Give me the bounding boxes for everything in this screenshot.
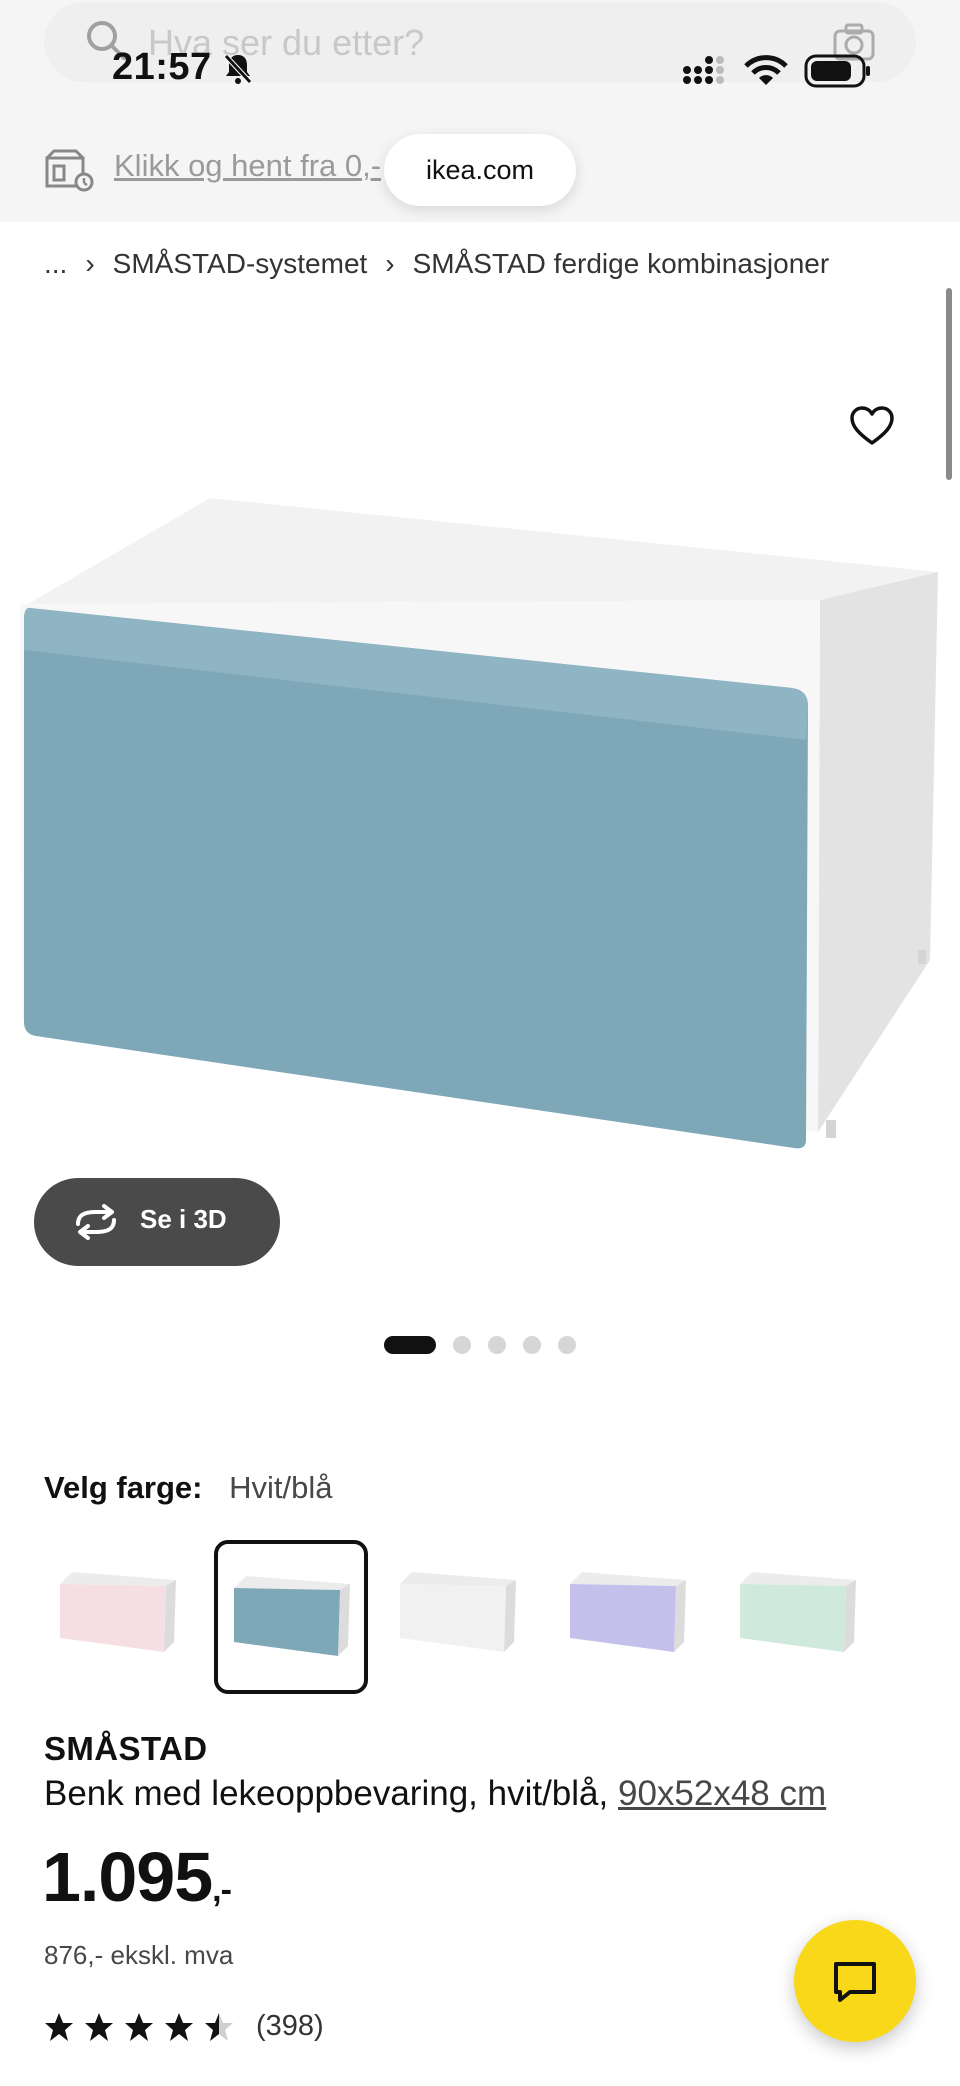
wifi-icon <box>744 55 788 85</box>
product-price: 1.095,- <box>42 1842 232 1912</box>
rating-stars <box>44 2012 234 2042</box>
star-icon <box>165 2012 193 2041</box>
view-in-3d-label: Se i 3D <box>140 1204 227 1234</box>
carousel-dot[interactable] <box>384 1336 436 1354</box>
top-bar: Hva ser du etter? 21:57 <box>0 0 960 118</box>
color-swatch[interactable] <box>554 1540 708 1694</box>
chat-button[interactable] <box>794 1920 916 2042</box>
product-dimensions-link[interactable]: 90x52x48 cm <box>618 1774 826 1813</box>
price-ex-vat: 876,- ekskl. mva <box>44 1940 234 1970</box>
store-icon <box>45 149 94 192</box>
favorite-heart-icon[interactable] <box>850 406 894 446</box>
product-description-line: Benk med lekeoppbevaring, hvit/blå, 90x5… <box>44 1774 826 1814</box>
scroll-indicator <box>946 288 952 480</box>
swatch-bench-thumbnail <box>60 1572 176 1652</box>
image-carousel-dots <box>384 1336 576 1354</box>
color-swatch[interactable] <box>724 1540 878 1694</box>
star-icon <box>125 2012 153 2041</box>
product-name: SMÅSTAD <box>44 1730 208 1767</box>
color-swatch[interactable] <box>44 1540 198 1694</box>
color-swatch[interactable] <box>384 1540 538 1694</box>
chevron-right-icon: › <box>85 248 95 279</box>
swatch-bench-thumbnail <box>740 1572 856 1652</box>
cellular-signal-icon <box>683 56 724 84</box>
breadcrumb-item-smastad-combinations[interactable]: SMÅSTAD ferdige kombinasjoner <box>413 248 830 280</box>
star-icon <box>45 2012 73 2041</box>
carousel-dot[interactable] <box>453 1336 471 1354</box>
product-image[interactable] <box>0 480 960 1160</box>
product-description: Benk med lekeoppbevaring, hvit/blå, <box>44 1774 609 1813</box>
breadcrumb-item-smastad-system[interactable]: SMÅSTAD-systemet <box>113 248 368 280</box>
color-swatch[interactable] <box>214 1540 368 1694</box>
color-swatches <box>44 1540 916 1694</box>
color-selector-heading: Velg farge: Hvit/blå <box>44 1470 333 1506</box>
chevron-right-icon: › <box>385 248 395 279</box>
battery-icon <box>804 54 870 88</box>
carousel-dot[interactable] <box>523 1336 541 1354</box>
price-amount: 1.095 <box>42 1838 213 1916</box>
browser-url-pill[interactable]: ikea.com <box>384 134 576 206</box>
price-suffix: ,- <box>212 1871 232 1909</box>
status-time: 21:57 <box>112 46 212 88</box>
swatch-bench-thumbnail <box>570 1572 686 1652</box>
silent-bell-icon <box>224 54 252 84</box>
view-in-3d-button[interactable]: Se i 3D <box>34 1178 280 1266</box>
swatch-bench-thumbnail <box>400 1572 516 1652</box>
swatch-bench-thumbnail <box>234 1576 350 1656</box>
chat-icon <box>834 1962 876 2002</box>
star-icon <box>205 2012 233 2041</box>
color-label: Velg farge: <box>44 1470 203 1505</box>
click-and-collect-link[interactable]: Klikk og hent fra 0,- <box>114 148 381 184</box>
color-value: Hvit/blå <box>229 1470 333 1505</box>
breadcrumb: ... › SMÅSTAD-systemet › SMÅSTAD ferdige… <box>44 248 829 280</box>
carousel-dot[interactable] <box>488 1336 506 1354</box>
carousel-dot[interactable] <box>558 1336 576 1354</box>
product-rating[interactable]: (398) <box>44 2010 324 2043</box>
breadcrumb-item-ellipsis[interactable]: ... <box>44 248 67 280</box>
rotate-3d-icon <box>76 1204 116 1240</box>
review-count[interactable]: (398) <box>256 2010 324 2043</box>
star-icon <box>85 2012 113 2041</box>
